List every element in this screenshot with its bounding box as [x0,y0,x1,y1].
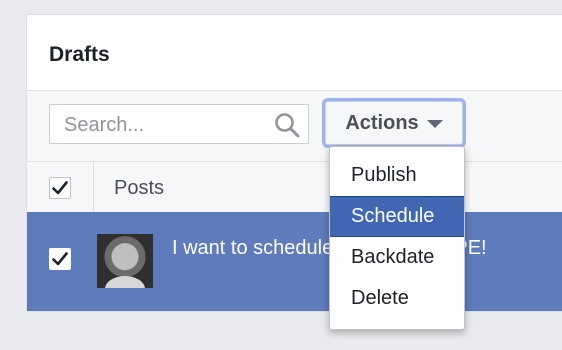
drafts-panel: Drafts Actions Posts [26,14,562,312]
panel-title: Drafts [49,43,110,66]
menu-item-schedule[interactable]: Schedule [330,196,464,237]
toolbar: Actions [27,91,562,161]
header-checkbox-cell [27,162,94,213]
menu-item-backdate[interactable]: Backdate [330,237,464,278]
table-header: Posts [27,161,562,213]
search-input[interactable] [50,105,286,145]
menu-item-publish[interactable]: Publish [330,155,464,196]
actions-label: Actions [345,111,419,134]
menu-item-delete[interactable]: Delete [330,278,464,319]
select-all-checkbox[interactable] [49,177,71,199]
caret-down-icon [426,120,443,128]
checkmark-icon [52,252,68,266]
posts-column-header[interactable]: Posts [114,177,164,200]
search-box[interactable] [49,104,309,145]
table-row[interactable]: I want to schedule this post. NOPE! [27,212,562,311]
row-checkbox[interactable] [49,248,71,270]
checkmark-icon [52,181,68,195]
actions-button[interactable]: Actions [325,101,463,145]
avatar [97,234,153,288]
actions-dropdown-menu: Publish Schedule Backdate Delete [329,146,465,330]
search-icon[interactable] [274,112,300,138]
